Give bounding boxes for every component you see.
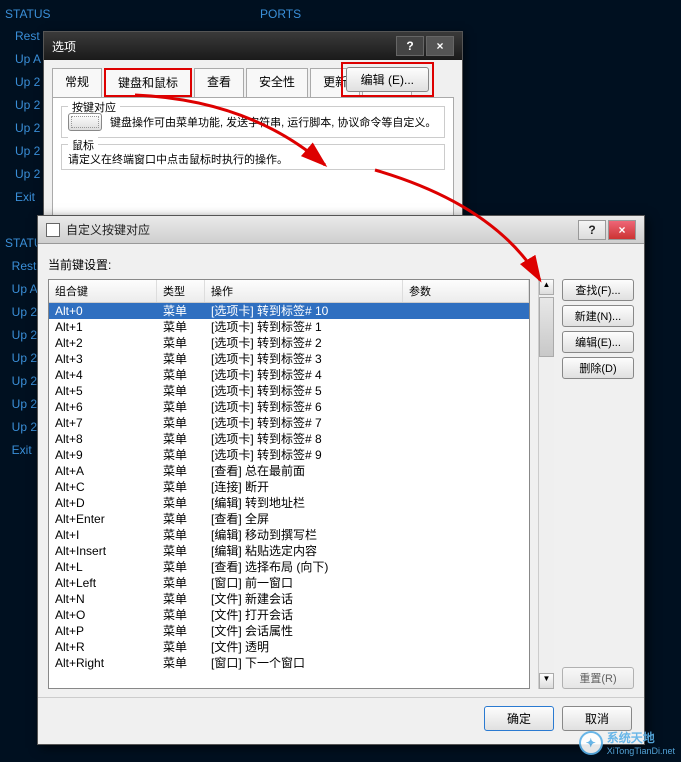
dialog-footer: 确定 取消	[38, 697, 644, 739]
scroll-thumb[interactable]	[539, 297, 554, 357]
mouse-groupbox: 鼠标 请定义在终端窗口中点击鼠标时执行的操作。	[61, 144, 445, 170]
col-combo[interactable]: 组合键	[49, 280, 157, 302]
keymap-dialog: 自定义按键对应 ? × 当前键设置: 组合键 类型 操作 参数 Alt+0菜单[…	[37, 215, 645, 745]
ok-button[interactable]: 确定	[484, 706, 554, 731]
edit-button[interactable]: 编辑 (E)...	[346, 67, 429, 92]
help-button[interactable]: ?	[578, 220, 606, 240]
watermark-icon: ✦	[579, 731, 603, 755]
options-tab-content: 按键对应 键盘操作可由菜单功能, 发送字符串, 运行脚本, 协议命令等自定义。 …	[52, 97, 454, 227]
listview-header: 组合键 类型 操作 参数	[49, 280, 529, 303]
keymap-listview[interactable]: 组合键 类型 操作 参数 Alt+0菜单[选项卡] 转到标签# 10Alt+1菜…	[48, 279, 530, 689]
table-row[interactable]: Alt+8菜单[选项卡] 转到标签# 8	[49, 431, 529, 447]
table-row[interactable]: Alt+5菜单[选项卡] 转到标签# 5	[49, 383, 529, 399]
table-row[interactable]: Alt+C菜单[连接] 断开	[49, 479, 529, 495]
scroll-up-icon[interactable]: ▲	[539, 279, 554, 295]
tab-0[interactable]: 常规	[52, 68, 102, 97]
watermark: ✦ 系统天地 XiTongTianDi.net	[579, 729, 675, 756]
edit-button-highlight: 编辑 (E)...	[341, 62, 434, 97]
help-icon: ?	[406, 39, 413, 53]
side-buttons: 查找(F)... 新建(N)... 编辑(E)... 删除(D) 重置(R)	[562, 279, 634, 689]
table-row[interactable]: Alt+I菜单[编辑] 移动到撰写栏	[49, 527, 529, 543]
close-button[interactable]: ×	[426, 36, 454, 56]
mouse-group-title: 鼠标	[68, 137, 98, 153]
table-row[interactable]: Alt+2菜单[选项卡] 转到标签# 2	[49, 335, 529, 351]
app-icon	[46, 223, 60, 237]
watermark-name: 系统天地	[607, 729, 675, 746]
col-action[interactable]: 操作	[205, 280, 403, 302]
col-type[interactable]: 类型	[157, 280, 205, 302]
close-button[interactable]: ×	[608, 220, 636, 240]
keymap-titlebar[interactable]: 自定义按键对应 ? ×	[38, 216, 644, 244]
find-button[interactable]: 查找(F)...	[562, 279, 634, 301]
tab-3[interactable]: 安全性	[246, 68, 308, 97]
table-row[interactable]: Alt+R菜单[文件] 透明	[49, 639, 529, 655]
scroll-down-icon[interactable]: ▼	[539, 673, 554, 689]
close-icon: ×	[436, 39, 443, 53]
table-row[interactable]: Alt+4菜单[选项卡] 转到标签# 4	[49, 367, 529, 383]
table-row[interactable]: Alt+N菜单[文件] 新建会话	[49, 591, 529, 607]
table-row[interactable]: Alt+L菜单[查看] 选择布局 (向下)	[49, 559, 529, 575]
keymap-groupbox: 按键对应 键盘操作可由菜单功能, 发送字符串, 运行脚本, 协议命令等自定义。 …	[61, 106, 445, 138]
mouse-description: 请定义在终端窗口中点击鼠标时执行的操作。	[68, 154, 288, 166]
table-row[interactable]: Alt+1菜单[选项卡] 转到标签# 1	[49, 319, 529, 335]
table-row[interactable]: Alt+9菜单[选项卡] 转到标签# 9	[49, 447, 529, 463]
scrollbar[interactable]: ▲ ▼	[538, 279, 554, 689]
table-row[interactable]: Alt+3菜单[选项卡] 转到标签# 3	[49, 351, 529, 367]
options-dialog: 选项 ? × 常规键盘和鼠标查看安全性更新高级 按键对应 键盘操作可由菜单功能,…	[43, 31, 463, 216]
reset-button[interactable]: 重置(R)	[562, 667, 634, 689]
table-row[interactable]: Alt+Right菜单[窗口] 下一个窗口	[49, 655, 529, 671]
table-row[interactable]: Alt+7菜单[选项卡] 转到标签# 7	[49, 415, 529, 431]
tab-1[interactable]: 键盘和鼠标	[104, 68, 192, 97]
new-button[interactable]: 新建(N)...	[562, 305, 634, 327]
table-row[interactable]: Alt+O菜单[文件] 打开会话	[49, 607, 529, 623]
table-row[interactable]: Alt+Left菜单[窗口] 前一窗口	[49, 575, 529, 591]
table-row[interactable]: Alt+A菜单[查看] 总在最前面	[49, 463, 529, 479]
keymap-description: 键盘操作可由菜单功能, 发送字符串, 运行脚本, 协议命令等自定义。	[110, 114, 438, 130]
watermark-url: XiTongTianDi.net	[607, 746, 675, 756]
term-header-ports: PORTS	[260, 3, 301, 26]
keymap-title: 自定义按键对应	[66, 221, 576, 238]
options-title: 选项	[52, 38, 394, 55]
options-titlebar[interactable]: 选项 ? ×	[44, 32, 462, 60]
current-keys-label: 当前键设置:	[48, 256, 634, 273]
table-row[interactable]: Alt+Insert菜单[编辑] 粘贴选定内容	[49, 543, 529, 559]
table-row[interactable]: Alt+6菜单[选项卡] 转到标签# 6	[49, 399, 529, 415]
cancel-button[interactable]: 取消	[562, 706, 632, 731]
help-button[interactable]: ?	[396, 36, 424, 56]
edit-button[interactable]: 编辑(E)...	[562, 331, 634, 353]
tab-2[interactable]: 查看	[194, 68, 244, 97]
table-row[interactable]: Alt+0菜单[选项卡] 转到标签# 10	[49, 303, 529, 319]
delete-button[interactable]: 删除(D)	[562, 357, 634, 379]
keyboard-icon	[68, 113, 102, 131]
col-param[interactable]: 参数	[403, 280, 529, 302]
term-header-status: STATUS	[5, 3, 51, 26]
table-row[interactable]: Alt+P菜单[文件] 会话属性	[49, 623, 529, 639]
table-row[interactable]: Alt+D菜单[编辑] 转到地址栏	[49, 495, 529, 511]
table-row[interactable]: Alt+Enter菜单[查看] 全屏	[49, 511, 529, 527]
